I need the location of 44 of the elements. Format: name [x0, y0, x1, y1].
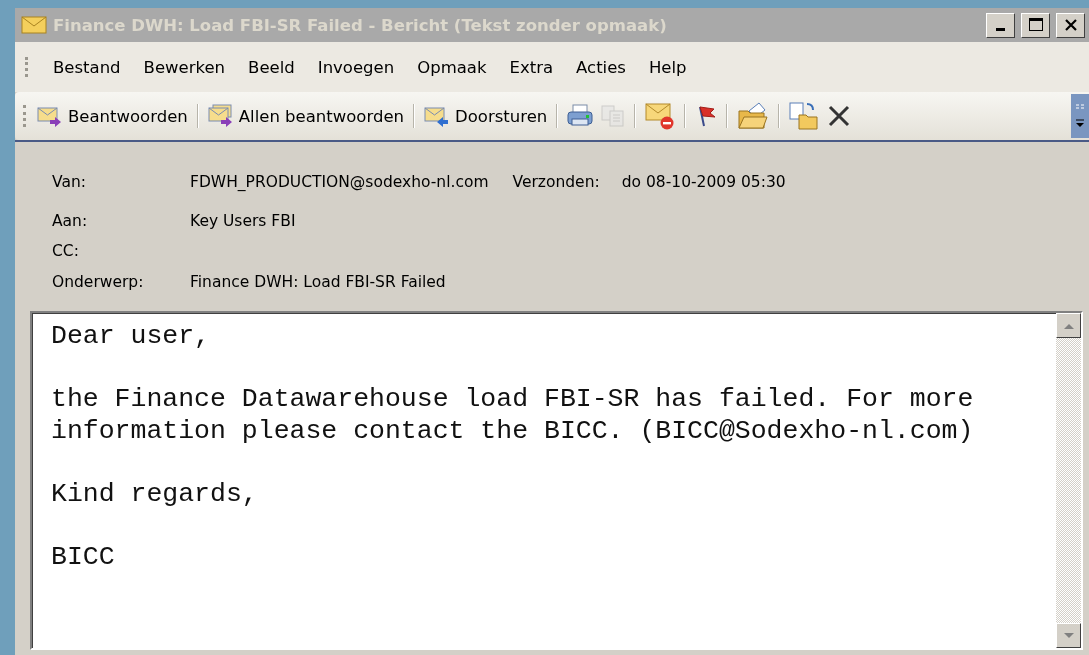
recipient: Key Users FBI — [190, 211, 297, 230]
menu-item[interactable]: Bewerken — [135, 53, 234, 81]
toolbar-button[interactable]: Beantwoorden — [33, 101, 192, 131]
message-line: the Finance Datawarehouse load FBI-SR has failed. For more — [51, 384, 974, 414]
envelope-icon — [21, 15, 47, 35]
message-line: Kind regards, — [51, 478, 258, 509]
subject: Finance DWH: Load FBI-SR Failed — [190, 272, 447, 291]
menu-item[interactable]: Opmaak — [409, 53, 495, 81]
folder-icon — [737, 102, 770, 130]
field-label: Onderwerp: — [52, 272, 145, 291]
minimize-button[interactable] — [986, 12, 1015, 38]
menu-item[interactable]: Invoegen — [309, 53, 403, 81]
message-line: BICC — [51, 541, 115, 572]
sent-date: do 08-10-2009 05:30 — [621, 172, 786, 191]
maximize-icon — [1027, 17, 1044, 33]
scrollbar[interactable] — [1056, 313, 1081, 648]
sender-address: FDWH_PRODUCTION@sodexho-nl.com — [190, 172, 489, 191]
toolbar-button[interactable]: Doorsturen — [420, 101, 552, 131]
maximize-button[interactable] — [1021, 12, 1050, 38]
menu-item[interactable]: Help — [640, 53, 695, 81]
menu-item[interactable]: Bestand — [45, 53, 129, 81]
minimize-icon — [996, 27, 1005, 31]
up-arrow-icon — [1063, 322, 1074, 329]
close-icon — [1063, 18, 1078, 32]
field-label: Van: — [52, 172, 87, 191]
down-arrow-icon — [1063, 632, 1074, 639]
scroll-up-button[interactable] — [1056, 313, 1081, 338]
page-and-folder-icon — [789, 102, 820, 130]
copy-icon — [601, 105, 626, 127]
field-label: Verzonden: — [512, 172, 600, 191]
toolbar-options-icon[interactable] — [1071, 94, 1089, 138]
menu-item[interactable]: Extra — [501, 53, 562, 81]
close-button[interactable] — [1056, 12, 1085, 38]
message-line: Dear user, — [51, 321, 211, 351]
toolbar-button[interactable]: Allen beantwoorden — [203, 101, 408, 131]
menu-item[interactable]: Beeld — [240, 53, 303, 81]
scroll-down-button[interactable] — [1056, 623, 1081, 648]
field-label: Aan: — [52, 211, 89, 230]
printer-icon — [567, 104, 594, 128]
field-label: CC: — [52, 242, 80, 260]
menu-item[interactable]: Acties — [568, 53, 634, 81]
blocked-envelope-icon — [645, 102, 676, 130]
delete-icon — [827, 104, 852, 128]
message-line: information please contact the BICC. (BICC@Sodexho-nl.com) — [51, 415, 974, 446]
